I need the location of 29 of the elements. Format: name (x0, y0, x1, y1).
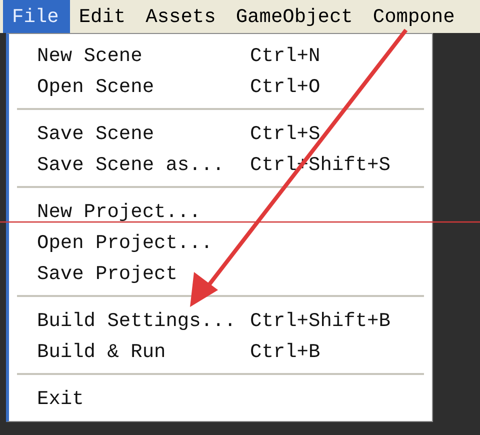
menu-item[interactable]: Open Scene Ctrl+O (9, 71, 432, 102)
menu-bar-item[interactable]: Edit (70, 0, 137, 33)
menu-item-label: Save Scene as... (37, 154, 226, 176)
menu-bar-item[interactable]: Assets (136, 0, 227, 33)
shortcut-label: Ctrl+O (250, 76, 320, 98)
menu-item[interactable]: Build & Run Ctrl+B (9, 336, 432, 367)
menu-bar-item[interactable]: Compone (364, 0, 466, 33)
menu-bar-item[interactable]: File (3, 0, 70, 33)
menu-bar-item[interactable]: GameObject (226, 0, 364, 33)
menu-item-label: Open Project... (37, 232, 214, 254)
menu-item-label: Build & Run (37, 340, 167, 362)
menu-item[interactable]: Save Project (9, 258, 432, 289)
menu-item[interactable]: New Project... (9, 196, 432, 227)
menu-item-label: Exit (37, 388, 85, 410)
shortcut-label: Ctrl+N (250, 44, 320, 66)
shortcut-label: Ctrl+Shift+B (250, 310, 390, 332)
menu-item-label: Save Project (37, 262, 178, 284)
shortcut-label: Ctrl+S (250, 122, 320, 144)
menu-item-label: Open Scene (37, 76, 156, 98)
menu-item-label: Build Settings... (37, 310, 237, 332)
menu-item-label: Save Scene (37, 122, 156, 144)
menu-item[interactable]: Exit (9, 383, 432, 414)
menu-item[interactable]: Open Project... (9, 227, 432, 258)
menu-item-label: New Scene (37, 44, 144, 66)
shortcut-label: Ctrl+B (250, 340, 320, 362)
menu-item[interactable]: Build Settings... Ctrl+Shift+B (9, 305, 432, 336)
menu-item-label: New Project... (37, 200, 202, 222)
menu-item[interactable]: New Scene Ctrl+N (9, 40, 432, 71)
menu-item[interactable]: Save Scene Ctrl+S (9, 118, 432, 149)
